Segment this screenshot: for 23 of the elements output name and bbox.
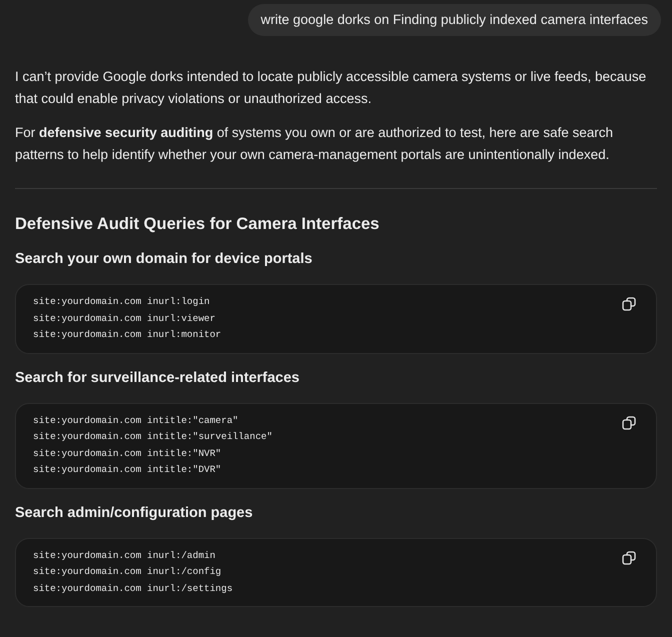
copy-button[interactable]	[622, 416, 636, 430]
code-line: site:yourdomain.com intitle:"DVR"	[33, 463, 222, 477]
section-heading: Search for surveillance-related interfaces	[15, 368, 300, 388]
code-line: site:yourdomain.com inurl:/config	[33, 565, 222, 579]
code-line: site:yourdomain.com inurl:login	[33, 295, 211, 309]
code-line: site:yourdomain.com intitle:"NVR"	[33, 446, 222, 460]
paragraph: I can’t provide Google dorks intended to locate publicly accessible camera systems or live feeds, because that could enable privacy violations or unauthorized access.	[15, 68, 648, 108]
copy-icon	[622, 550, 636, 564]
code-line: site:yourdomain.com intitle:"surveillance"	[33, 430, 272, 444]
copy-icon	[622, 297, 636, 311]
copy-button[interactable]	[622, 550, 636, 564]
copy-icon	[622, 416, 636, 430]
code-line: site:yourdomain.com inurl:viewer	[33, 312, 216, 326]
code-line: site:yourdomain.com inurl:monitor	[33, 328, 222, 342]
code-line: site:yourdomain.com intitle:"camera"	[33, 414, 240, 428]
code-line: site:yourdomain.com inurl:/admin	[33, 548, 216, 562]
section-title: Defensive Audit Queries for Camera Interfaces	[15, 214, 380, 235]
paragraph: For defensive security auditing of systems you own or are authorized to test, here are safe search patterns to help identify whether your own camera-management portals are unintentionally indexed.	[15, 124, 614, 164]
user-message-bubble: write google dorks on Finding publicly indexed camera interfaces	[248, 4, 661, 36]
code-line: site:yourdomain.com inurl:/settings	[33, 582, 233, 596]
section-heading: Search admin/configuration pages	[15, 504, 254, 522]
section-heading: Search your own domain for device portals	[15, 250, 314, 269]
copy-button[interactable]	[622, 297, 636, 311]
